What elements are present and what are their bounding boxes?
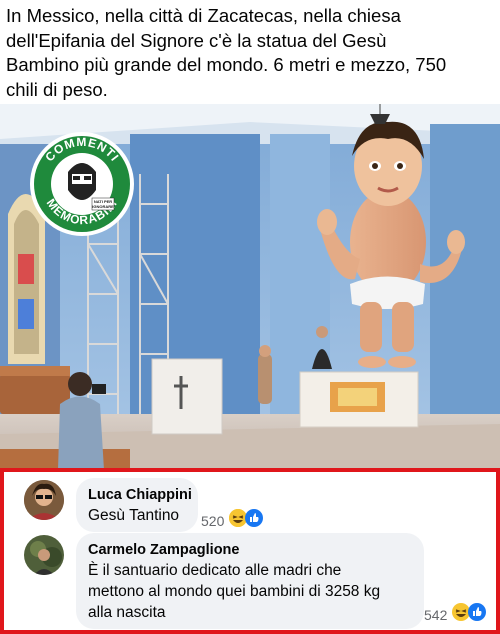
comment-author[interactable]: Luca Chiappini [88,487,192,503]
user-avatar-icon [24,535,64,575]
post-caption-line: dell'Epifania del Signore c'è la statua … [6,29,387,51]
user-avatar-icon [24,480,64,520]
like-emoji-icon[interactable] [245,509,263,527]
comment-bubble[interactable]: Carmelo Zampaglione È il santuario dedic… [76,533,424,629]
avatar[interactable] [24,480,64,520]
commenti-memorabili-watermark: COMMENTI MEMORABILI NATI PER IGNORARE [28,130,136,238]
comment-text: mettono al mondo quei bambini di 3258 kg [88,583,381,600]
like-emoji-icon[interactable] [468,603,486,621]
comment-text: È il santuario dedicato alle madri che [88,562,342,579]
reaction-count[interactable]: 542 [424,607,447,623]
post-caption: In Messico, nella città di Zacatecas, ne… [6,4,494,102]
post-caption-line: chili di peso. [6,78,108,100]
watermark-badge-icon: COMMENTI MEMORABILI NATI PER IGNORARE [30,132,134,236]
comment-text: Gesù Tantino [88,507,180,524]
comment-author[interactable]: Carmelo Zampaglione [88,542,239,558]
comment-text: alla nascita [88,604,166,621]
comments-section: Luca Chiappini Gesù Tantino 520 Carmelo … [0,468,500,634]
watermark-small-text-2: IGNORARE [92,204,114,209]
post-caption-line: In Messico, nella città di Zacatecas, ne… [6,5,401,26]
comment-bubble[interactable]: Luca Chiappini Gesù Tantino [76,478,198,532]
reaction-count[interactable]: 520 [201,513,224,529]
post-photo[interactable]: COMMENTI MEMORABILI NATI PER IGNORARE [0,104,500,470]
post-caption-line: Bambino più grande del mondo. 6 metri e … [6,54,447,75]
avatar[interactable] [24,535,64,575]
